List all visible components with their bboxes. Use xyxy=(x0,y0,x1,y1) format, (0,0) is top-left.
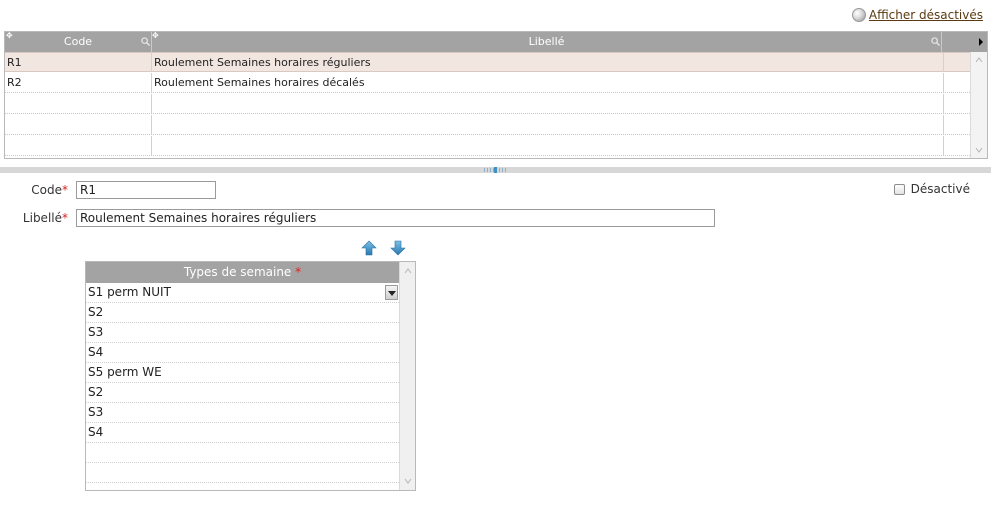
table-row-empty xyxy=(5,136,970,156)
list-item-empty xyxy=(86,443,399,463)
column-header-code[interactable]: Code xyxy=(5,32,152,52)
table-row[interactable]: R2 Roulement Semaines horaires décalés xyxy=(5,73,970,93)
table-row-empty xyxy=(5,115,970,135)
list-item[interactable]: S5 perm WE xyxy=(86,363,399,383)
list-item[interactable]: S4 xyxy=(86,423,399,443)
week-type-value: S3 xyxy=(88,325,104,339)
scroll-down-icon[interactable] xyxy=(404,477,412,485)
row-label: Roulement Semaines horaires réguliers xyxy=(150,53,944,72)
column-menu-arrow-icon[interactable] xyxy=(979,38,983,46)
search-icon[interactable] xyxy=(141,37,150,46)
grid-scrollbar[interactable] xyxy=(970,52,987,158)
list-item[interactable]: S3 xyxy=(86,323,399,343)
code-field[interactable]: R1 xyxy=(76,181,216,199)
week-type-value: S3 xyxy=(88,405,104,419)
panel-splitter[interactable] xyxy=(0,167,991,173)
grid-body: R1 Roulement Semaines horaires réguliers… xyxy=(5,52,970,158)
week-type-value: S4 xyxy=(88,425,104,439)
grid-header: ✥ Code ✥ Libellé xyxy=(5,32,987,52)
week-type-value: S4 xyxy=(88,345,104,359)
list-item[interactable]: S1 perm NUIT xyxy=(86,283,399,303)
column-header-code-label: Code xyxy=(63,35,93,48)
scroll-up-icon[interactable] xyxy=(975,56,983,64)
show-disabled-label[interactable]: Afficher désactivés xyxy=(869,8,983,22)
list-item[interactable]: S4 xyxy=(86,343,399,363)
column-header-libelle[interactable]: Libellé xyxy=(152,32,942,52)
dropdown-icon[interactable] xyxy=(385,285,398,300)
move-down-arrow-icon[interactable] xyxy=(390,240,406,256)
scroll-up-icon[interactable] xyxy=(404,267,412,275)
column-header-libelle-label: Libellé xyxy=(528,35,565,48)
toggle-ball-icon xyxy=(851,8,866,22)
roulement-grid: ✥ Code ✥ Libellé R1 Roulement Semaines h… xyxy=(4,31,988,159)
list-item[interactable]: S2 xyxy=(86,303,399,323)
row-code: R2 xyxy=(5,73,152,92)
week-type-value: S1 perm NUIT xyxy=(88,285,171,299)
splitter-handle[interactable] xyxy=(494,167,497,173)
week-types-list: Types de semaine * S1 perm NUIT S2 S3 S4… xyxy=(85,261,416,491)
search-icon[interactable] xyxy=(931,37,940,46)
row-code: R1 xyxy=(5,53,152,72)
code-field-label: Code* xyxy=(31,183,68,197)
week-type-value: S2 xyxy=(88,385,104,399)
scroll-down-icon[interactable] xyxy=(975,146,983,154)
disabled-checkbox-group[interactable]: Désactivé xyxy=(893,182,970,196)
table-row-empty xyxy=(5,94,970,114)
show-disabled-link[interactable]: Afficher désactivés xyxy=(851,8,983,22)
list-item-empty xyxy=(86,463,399,483)
disabled-checkbox-label: Désactivé xyxy=(910,182,970,196)
row-label: Roulement Semaines horaires décalés xyxy=(150,73,944,92)
week-types-header: Types de semaine * xyxy=(86,262,399,283)
week-type-value: S5 perm WE xyxy=(88,365,162,379)
list-item[interactable]: S3 xyxy=(86,403,399,423)
week-types-body: S1 perm NUIT S2 S3 S4 S5 perm WE S2 S3 S… xyxy=(86,283,399,490)
move-up-arrow-icon[interactable] xyxy=(361,240,377,256)
week-type-value: S2 xyxy=(88,305,104,319)
list-item[interactable]: S2 xyxy=(86,383,399,403)
disabled-checkbox[interactable] xyxy=(893,183,905,195)
week-types-scrollbar[interactable] xyxy=(399,262,415,490)
libelle-field-label: Libellé* xyxy=(22,211,68,225)
table-row[interactable]: R1 Roulement Semaines horaires réguliers xyxy=(5,52,970,72)
libelle-field[interactable]: Roulement Semaines horaires réguliers xyxy=(76,209,715,227)
